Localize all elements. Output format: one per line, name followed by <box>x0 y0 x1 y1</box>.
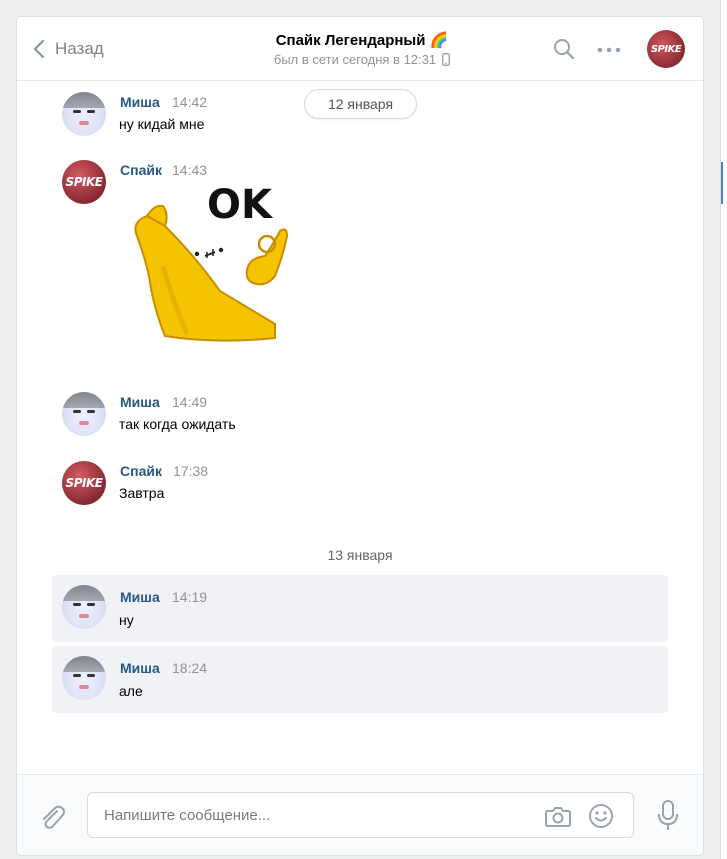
message-item-unread[interactable]: Миша 14:19 ну <box>52 575 668 642</box>
avatar-misha[interactable] <box>62 585 106 629</box>
right-panel <box>720 0 727 859</box>
message-author[interactable]: Спайк <box>120 162 162 178</box>
chat-header: Назад Спайк Легендарный 🌈 был в сети сег… <box>17 17 703 81</box>
date-separator-text: 13 января <box>327 547 393 563</box>
message-text: але <box>119 683 143 699</box>
chevron-left-icon <box>33 39 45 59</box>
message-text: ну кидай мне <box>119 116 205 132</box>
chat-title-block[interactable]: Спайк Легендарный 🌈 был в сети сегодня в… <box>197 31 527 67</box>
message-input-box <box>87 792 634 838</box>
avatar-misha[interactable] <box>62 656 106 700</box>
chat-window: Назад Спайк Легендарный 🌈 был в сети сег… <box>16 16 704 856</box>
avatar-spike-logo: SPIKE <box>65 476 103 490</box>
back-button[interactable]: Назад <box>33 37 104 61</box>
message-time[interactable]: 18:24 <box>172 660 207 676</box>
online-status: был в сети сегодня в 12:31 <box>197 52 527 67</box>
message-author[interactable]: Миша <box>120 94 160 110</box>
back-label: Назад <box>55 39 104 58</box>
message-list: 12 января Миша 14:42 ну кидай мне SPIKE … <box>17 82 703 774</box>
message-time[interactable]: 14:43 <box>172 162 207 178</box>
chat-title-text: Спайк Легендарный <box>275 32 426 49</box>
message-time[interactable]: 14:19 <box>172 589 207 605</box>
sticker-caption: OK <box>207 186 274 228</box>
message-text: ну <box>119 612 134 628</box>
avatar-spike[interactable]: SPIKE <box>62 160 106 204</box>
search-icon[interactable] <box>553 38 575 60</box>
rainbow-emoji: 🌈 <box>429 32 449 49</box>
more-icon[interactable] <box>597 47 621 53</box>
date-separator: 13 января <box>17 547 703 563</box>
message-author[interactable]: Миша <box>120 589 160 605</box>
message-author[interactable]: Миша <box>120 660 160 676</box>
paperclip-icon[interactable] <box>39 803 65 831</box>
message-item: Миша 14:49 так когда ожидать <box>52 390 668 440</box>
header-avatar-logo: SPIKE <box>650 43 682 55</box>
message-author[interactable]: Спайк <box>120 463 162 479</box>
message-text: Завтра <box>119 485 165 501</box>
message-item-unread[interactable]: Миша 18:24 але <box>52 646 668 713</box>
message-composer <box>17 774 703 855</box>
header-avatar[interactable]: SPIKE <box>647 30 685 68</box>
avatar-spike-logo: SPIKE <box>65 175 103 189</box>
banana-ok-sticker[interactable]: OK <box>125 186 295 346</box>
avatar-misha[interactable] <box>62 92 106 136</box>
smile-icon[interactable] <box>588 803 614 829</box>
message-time[interactable]: 14:42 <box>172 94 207 110</box>
avatar-spike[interactable]: SPIKE <box>62 461 106 505</box>
message-author[interactable]: Миша <box>120 394 160 410</box>
message-item: SPIKE Спайк 17:38 Завтра <box>52 459 668 509</box>
scroll-marker <box>721 162 723 204</box>
message-input[interactable] <box>88 793 528 837</box>
chat-title: Спайк Легендарный 🌈 <box>197 31 527 49</box>
camera-icon[interactable] <box>545 805 571 827</box>
message-time[interactable]: 17:38 <box>173 463 208 479</box>
message-text: так когда ожидать <box>119 416 236 432</box>
message-item: Миша 14:42 ну кидай мне <box>52 90 668 140</box>
mobile-icon <box>442 53 451 66</box>
microphone-icon[interactable] <box>657 800 679 832</box>
avatar-misha[interactable] <box>62 392 106 436</box>
message-time[interactable]: 14:49 <box>172 394 207 410</box>
online-status-text: был в сети сегодня в 12:31 <box>273 52 437 67</box>
